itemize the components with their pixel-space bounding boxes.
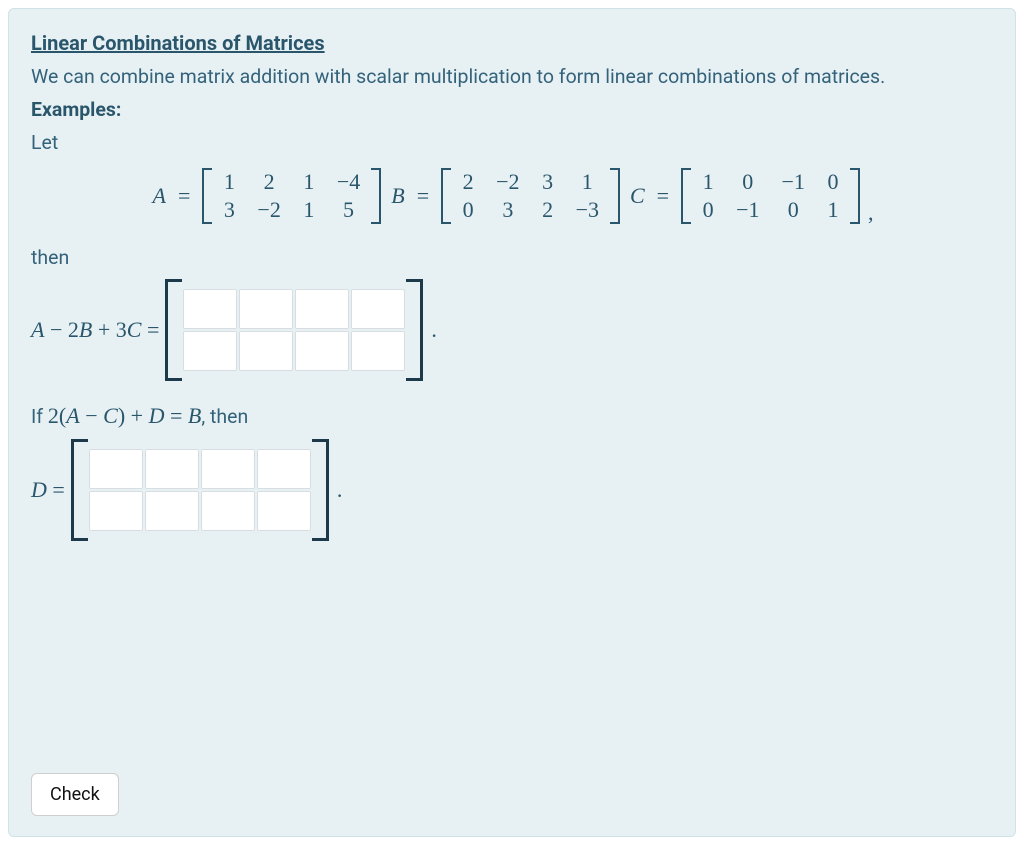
equals-sign: = xyxy=(176,183,194,209)
matrix-C-cell: 1 xyxy=(816,196,850,224)
matrix-A-cell: 3 xyxy=(212,196,246,224)
examples-label: Examples: xyxy=(31,98,993,121)
matrix-C-cell: −1 xyxy=(771,168,816,196)
trailing-comma: , xyxy=(868,208,874,224)
answer-1-cell-0-3[interactable] xyxy=(351,289,405,329)
answer-1-cell-1-1[interactable] xyxy=(239,331,293,371)
matrix-B-cell: 2 xyxy=(531,196,565,224)
matrix-C-cell: 0 xyxy=(725,168,770,196)
answer-1-cell-1-3[interactable] xyxy=(351,331,405,371)
matrix-B-cell: −3 xyxy=(565,196,610,224)
matrix-A-cell: 1 xyxy=(212,168,246,196)
matrix-A-cell: −4 xyxy=(326,168,371,196)
matrix-A-cell: 5 xyxy=(326,196,371,224)
matrix-B-symbol: B xyxy=(389,183,406,209)
matrix-A-cell: 1 xyxy=(292,168,326,196)
matrix-B-cell: −2 xyxy=(485,168,530,196)
answer-matrix-2 xyxy=(71,439,329,541)
if-line: If 2(A − C) + D = B, then xyxy=(31,403,993,429)
let-label: Let xyxy=(31,131,993,154)
section-description: We can combine matrix addition with scal… xyxy=(31,65,993,88)
matrix-C-cell: 0 xyxy=(816,168,850,196)
matrix-C: 1 0 −1 0 0 −1 0 1 xyxy=(681,168,860,224)
matrix-B: 2 −2 3 1 0 3 2 −3 xyxy=(441,168,620,224)
matrix-definitions: A = 1 2 1 −4 3 −2 1 5 B = xyxy=(31,168,993,224)
expression-2: D = . xyxy=(31,439,993,541)
matrix-A-cell: 2 xyxy=(246,168,291,196)
matrix-B-cell: 2 xyxy=(451,168,485,196)
then-label: then xyxy=(31,246,993,269)
answer-2-cell-1-0[interactable] xyxy=(89,491,143,531)
matrix-C-symbol: C xyxy=(628,183,647,209)
answer-matrix-1 xyxy=(165,279,423,381)
expression-1: A − 2B + 3C = . xyxy=(31,279,993,381)
matrix-C-cell: 0 xyxy=(691,196,725,224)
matrix-B-cell: 3 xyxy=(485,196,530,224)
answer-2-cell-1-2[interactable] xyxy=(201,491,255,531)
expression-2-lhs: D = xyxy=(31,477,65,503)
answer-1-cell-0-1[interactable] xyxy=(239,289,293,329)
answer-2-cell-0-2[interactable] xyxy=(201,449,255,489)
answer-1-cell-0-0[interactable] xyxy=(183,289,237,329)
answer-1-cell-1-2[interactable] xyxy=(295,331,349,371)
answer-2-cell-1-3[interactable] xyxy=(257,491,311,531)
matrix-C-cell: 1 xyxy=(691,168,725,196)
matrix-B-cell: 0 xyxy=(451,196,485,224)
answer-2-cell-0-3[interactable] xyxy=(257,449,311,489)
matrix-B-cell: 3 xyxy=(531,168,565,196)
matrix-C-cell: −1 xyxy=(725,196,770,224)
problem-panel: Linear Combinations of Matrices We can c… xyxy=(8,8,1016,837)
equals-sign: = xyxy=(415,183,433,209)
answer-1-cell-1-0[interactable] xyxy=(183,331,237,371)
matrix-C-cell: 0 xyxy=(771,196,816,224)
answer-1-cell-0-2[interactable] xyxy=(295,289,349,329)
section-title: Linear Combinations of Matrices xyxy=(31,31,993,55)
answer-2-cell-0-1[interactable] xyxy=(145,449,199,489)
answer-2-cell-0-0[interactable] xyxy=(89,449,143,489)
matrix-A-cell: −2 xyxy=(246,196,291,224)
matrix-B-cell: 1 xyxy=(565,168,610,196)
matrix-A: 1 2 1 −4 3 −2 1 5 xyxy=(202,168,381,224)
check-button[interactable]: Check xyxy=(31,773,119,816)
period: . xyxy=(335,477,343,503)
period: . xyxy=(429,317,437,343)
equals-sign: = xyxy=(655,183,673,209)
matrix-A-cell: 1 xyxy=(292,196,326,224)
answer-2-cell-1-1[interactable] xyxy=(145,491,199,531)
expression-1-lhs: A − 2B + 3C = xyxy=(31,317,159,343)
matrix-A-symbol: A xyxy=(151,183,168,209)
